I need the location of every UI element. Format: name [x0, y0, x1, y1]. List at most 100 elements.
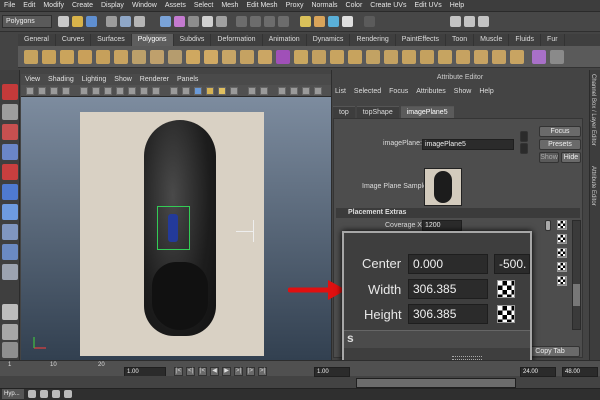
- image-plane-icon[interactable]: [62, 87, 70, 95]
- mask-joints-icon[interactable]: [174, 16, 185, 27]
- triangulate-icon[interactable]: [474, 50, 488, 64]
- attribute-editor-scrollbar[interactable]: [572, 220, 581, 330]
- placement-extras-header[interactable]: Placement Extras: [336, 208, 580, 218]
- shelf-tab-fur[interactable]: Fur: [541, 34, 565, 46]
- mask-surfaces-icon[interactable]: [202, 16, 213, 27]
- translate-frame-y-map-icon[interactable]: [557, 262, 567, 272]
- outliner-layout-icon[interactable]: [2, 342, 18, 358]
- isolate-select-icon[interactable]: [278, 87, 286, 95]
- step-forward-key-icon[interactable]: |>: [246, 367, 255, 376]
- lasso-tool-icon[interactable]: [2, 104, 18, 120]
- ambient-occlusion-icon[interactable]: [314, 87, 322, 95]
- separate-icon[interactable]: [150, 50, 164, 64]
- shelf-tab-fluids[interactable]: Fluids: [509, 34, 542, 46]
- film-gate-icon[interactable]: [92, 87, 100, 95]
- coverage-x-map-icon[interactable]: [557, 220, 567, 230]
- poly-sphere-icon[interactable]: [24, 50, 38, 64]
- soft-mod-icon[interactable]: [2, 224, 18, 240]
- bevel-icon[interactable]: [312, 50, 326, 64]
- wireframe-icon[interactable]: [170, 87, 178, 95]
- go-to-start-icon[interactable]: |<: [174, 367, 183, 376]
- smooth-shade-icon[interactable]: [182, 87, 190, 95]
- duplicate-face-icon[interactable]: [366, 50, 380, 64]
- snap-curve-icon[interactable]: [250, 16, 261, 27]
- ae-menu-selected[interactable]: Selected: [350, 86, 385, 98]
- show-tool-settings-icon[interactable]: [464, 16, 475, 27]
- select-object-icon[interactable]: [120, 16, 131, 27]
- shelf-menu-icon[interactable]: [550, 50, 564, 64]
- poly-cylinder-icon[interactable]: [60, 50, 74, 64]
- manipulator-crosshair-v[interactable]: [253, 220, 254, 242]
- manipulator-crosshair-h[interactable]: [236, 231, 254, 232]
- split-polygon-icon[interactable]: [240, 50, 254, 64]
- step-forward-frame-icon[interactable]: >|: [234, 367, 243, 376]
- input-line-icon[interactable]: [364, 16, 375, 27]
- ae-menu-attributes[interactable]: Attributes: [412, 86, 450, 98]
- move-tool-icon[interactable]: [2, 144, 18, 160]
- width-field[interactable]: 306.385: [408, 279, 488, 299]
- field-chart-icon[interactable]: [128, 87, 136, 95]
- menu-file[interactable]: File: [0, 0, 19, 12]
- fill-hole-icon[interactable]: [510, 50, 524, 64]
- taskbar-item[interactable]: Hyp...: [2, 389, 24, 399]
- xray-icon[interactable]: [248, 87, 256, 95]
- shelf-tab-surfaces[interactable]: Surfaces: [91, 34, 132, 46]
- poly-torus-icon[interactable]: [114, 50, 128, 64]
- selection-box[interactable]: [157, 206, 190, 250]
- attribute-editor-side-tab[interactable]: Attribute Editor: [590, 166, 596, 206]
- poly-cube-icon[interactable]: [42, 50, 56, 64]
- coverage-x-slider-handle[interactable]: [545, 220, 551, 231]
- menu-color[interactable]: Color: [342, 0, 367, 12]
- shelf-tab-polygons[interactable]: Polygons: [131, 34, 174, 46]
- last-tool-icon[interactable]: [2, 264, 18, 280]
- height-map-icon[interactable]: [497, 305, 515, 323]
- four-pane-layout-icon[interactable]: [2, 324, 18, 340]
- viewport-menu-renderer[interactable]: Renderer: [136, 74, 173, 85]
- combine-icon[interactable]: [132, 50, 146, 64]
- viewport-menu-shading[interactable]: Shading: [44, 74, 78, 85]
- rotate-tool-icon[interactable]: [2, 164, 18, 180]
- mirror-icon[interactable]: [402, 50, 416, 64]
- shelf-tab-general[interactable]: General: [18, 34, 56, 46]
- safe-title-icon[interactable]: [152, 87, 160, 95]
- extract-icon[interactable]: [384, 50, 398, 64]
- play-backward-icon[interactable]: ◀: [210, 367, 219, 376]
- append-polygon-icon[interactable]: [222, 50, 236, 64]
- scale-tool-icon[interactable]: [2, 184, 18, 200]
- smooth-icon[interactable]: [168, 50, 182, 64]
- history-icon[interactable]: [300, 16, 311, 27]
- poly-plane-icon[interactable]: [96, 50, 110, 64]
- quadrangulate-icon[interactable]: [492, 50, 506, 64]
- new-scene-icon[interactable]: [58, 16, 69, 27]
- menu-edit-uvs[interactable]: Edit UVs: [410, 0, 445, 12]
- presets-button[interactable]: Presets: [539, 139, 581, 150]
- menu-edit-mesh[interactable]: Edit Mesh: [242, 0, 281, 12]
- center-y-field[interactable]: -500.: [494, 254, 530, 274]
- window-minimize-icon[interactable]: [28, 390, 36, 398]
- show-manipulator-icon[interactable]: [2, 244, 18, 260]
- ae-tab-topshape[interactable]: topShape: [356, 105, 399, 119]
- scrollbar-thumb[interactable]: [573, 284, 580, 306]
- wedge-icon[interactable]: [348, 50, 362, 64]
- menu-modify[interactable]: Modify: [39, 0, 68, 12]
- show-button[interactable]: Show: [539, 152, 559, 163]
- shelf-tab-muscle[interactable]: Muscle: [474, 34, 510, 46]
- node-name-field[interactable]: imagePlane5: [422, 139, 514, 150]
- playback-end-field[interactable]: 48.00: [562, 367, 598, 377]
- menu-normals[interactable]: Normals: [307, 0, 341, 12]
- bookmark-icon[interactable]: [50, 87, 58, 95]
- menu-display[interactable]: Display: [97, 0, 128, 12]
- shelf-tab-dynamics[interactable]: Dynamics: [307, 34, 351, 46]
- translate-frame-map-icon[interactable]: [557, 248, 567, 258]
- shelf-tab-rendering[interactable]: Rendering: [350, 34, 396, 46]
- bridge-icon[interactable]: [204, 50, 218, 64]
- mask-icon[interactable]: [160, 16, 171, 27]
- resolution-gate-icon[interactable]: [104, 87, 112, 95]
- viewport-menu-lighting[interactable]: Lighting: [78, 74, 111, 85]
- shelf-tab-deformation[interactable]: Deformation: [211, 34, 263, 46]
- menu-mesh[interactable]: Mesh: [217, 0, 242, 12]
- menu-proxy[interactable]: Proxy: [282, 0, 308, 12]
- play-forward-icon[interactable]: ▶: [222, 367, 231, 376]
- menu-assets[interactable]: Assets: [161, 0, 190, 12]
- camera-attrs-icon[interactable]: [38, 87, 46, 95]
